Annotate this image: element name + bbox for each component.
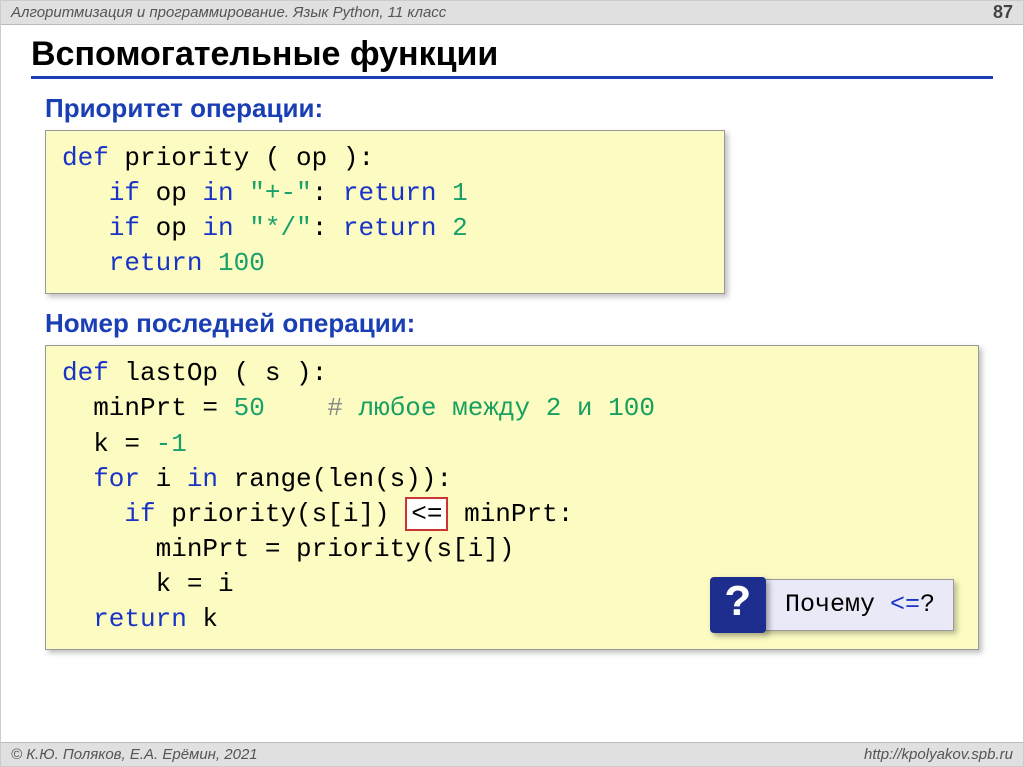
- copyright: © К.Ю. Поляков, Е.А. Ерёмин, 2021: [11, 746, 258, 763]
- question-mark-icon: ?: [710, 577, 766, 633]
- code-line: if priority(s[i]) <= minPrt:: [62, 497, 962, 532]
- page-number: 87: [993, 2, 1013, 23]
- slide-content: Вспомогательные функции Приоритет операц…: [1, 25, 1023, 650]
- highlighted-operator: <=: [405, 497, 448, 531]
- section1-heading: Приоритет операции:: [45, 93, 993, 124]
- footer-url: http://kpolyakov.spb.ru: [864, 746, 1013, 763]
- footer-bar: © К.Ю. Поляков, Е.А. Ерёмин, 2021 http:/…: [1, 742, 1023, 766]
- code-block-lastop: def lastOp ( s ): minPrt = 50 # любое ме…: [45, 345, 979, 650]
- section2-heading: Номер последней операции:: [45, 308, 993, 339]
- question-callout: ? Почему <=?: [710, 577, 954, 633]
- code-line: minPrt = 50 # любое между 2 и 100: [62, 391, 962, 426]
- question-text: Почему <=?: [762, 579, 954, 631]
- slide-title: Вспомогательные функции: [31, 35, 993, 79]
- code-line: def priority ( op ):: [62, 141, 708, 176]
- code-line: for i in range(len(s)):: [62, 462, 962, 497]
- code-line: return 100: [62, 246, 708, 281]
- course-title: Алгоритмизация и программирование. Язык …: [11, 4, 446, 21]
- code-line: if op in "*/": return 2: [62, 211, 708, 246]
- code-block-priority: def priority ( op ): if op in "+-": retu…: [45, 130, 725, 294]
- code-line: minPrt = priority(s[i]): [62, 532, 962, 567]
- code-line: if op in "+-": return 1: [62, 176, 708, 211]
- code-line: k = -1: [62, 427, 962, 462]
- header-bar: Алгоритмизация и программирование. Язык …: [1, 1, 1023, 25]
- code-line: def lastOp ( s ):: [62, 356, 962, 391]
